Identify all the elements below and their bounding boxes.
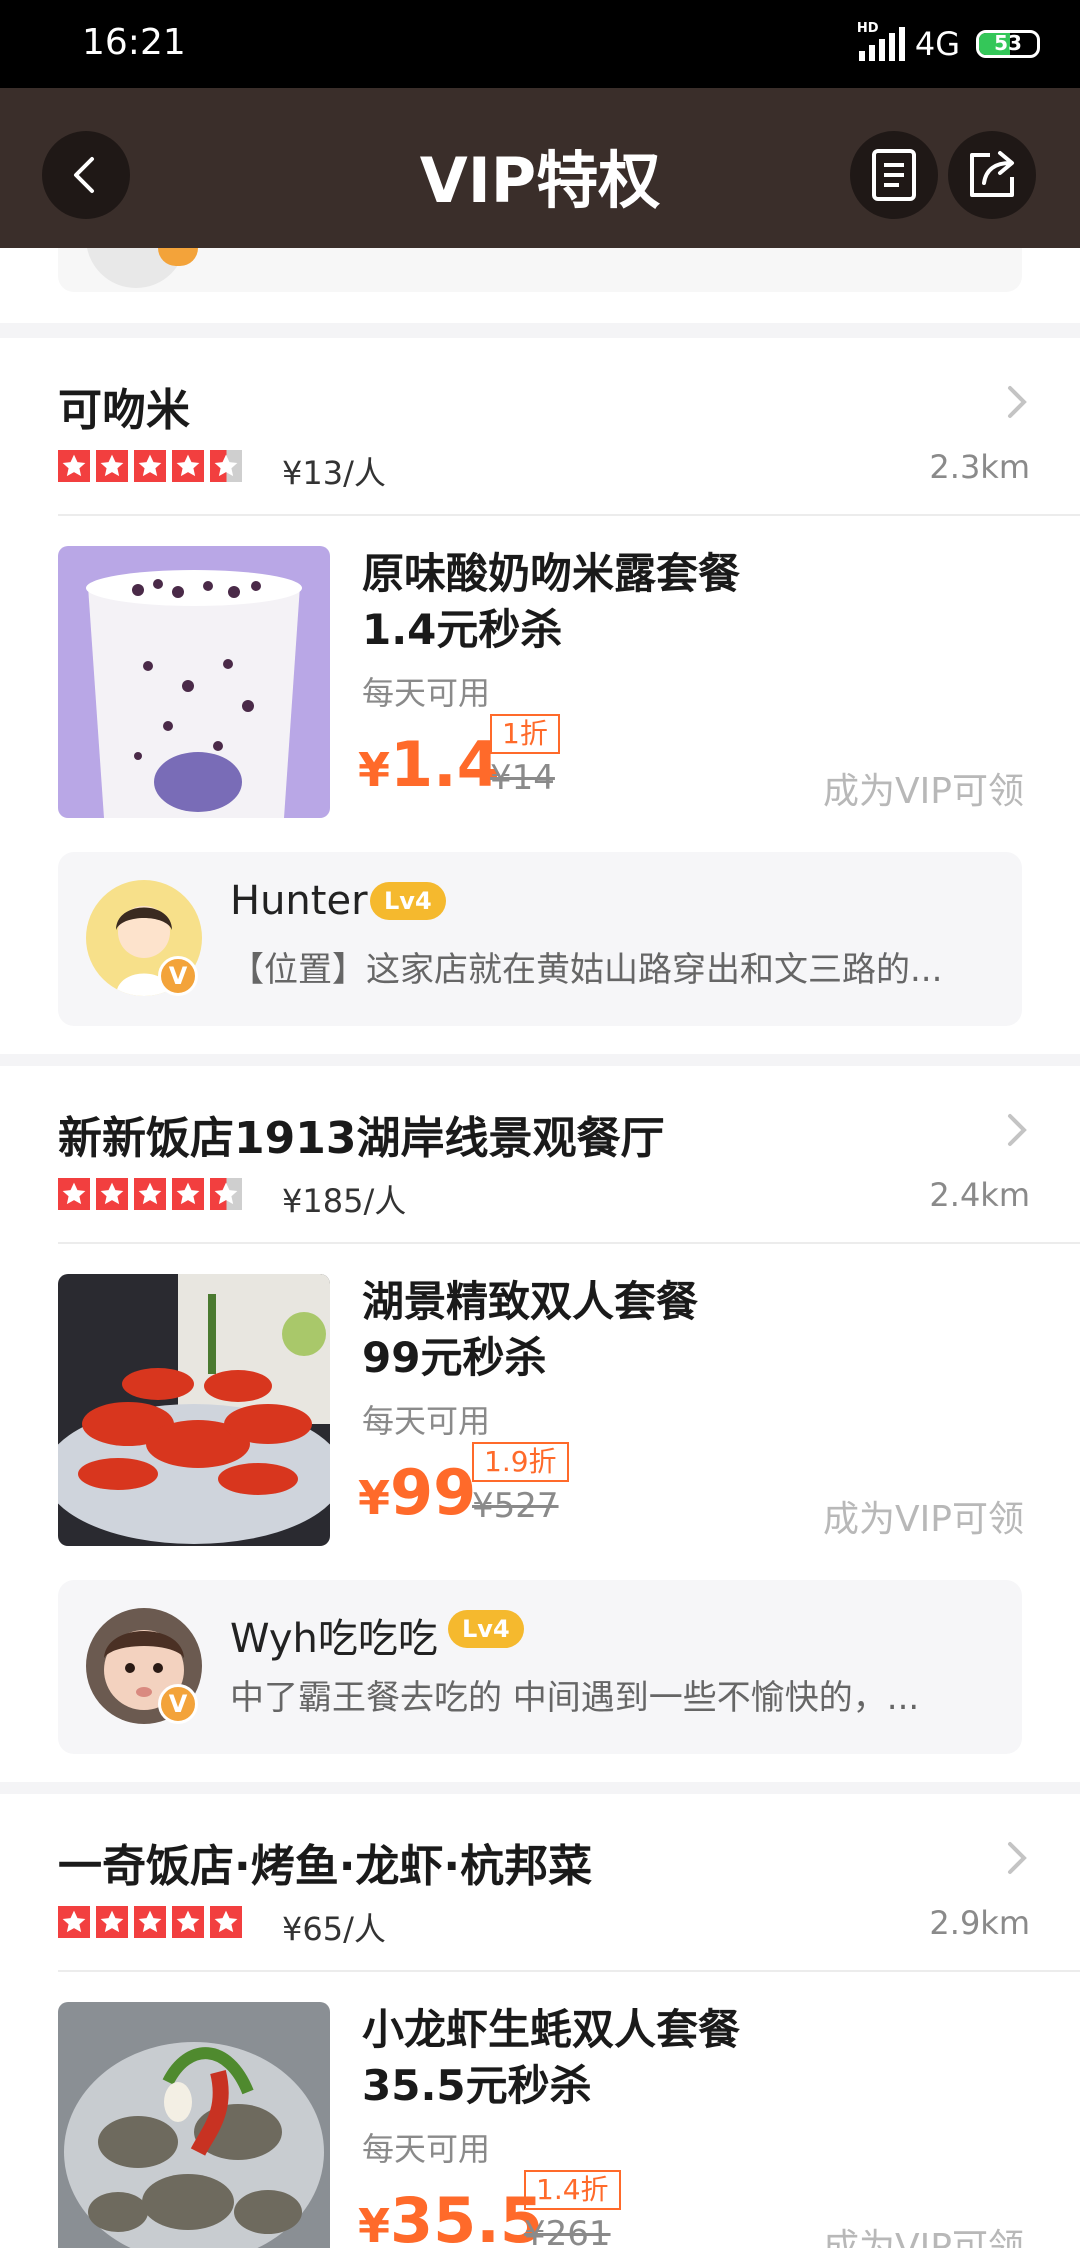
star-icon bbox=[58, 1178, 90, 1210]
price-value: 35.5 bbox=[390, 2184, 543, 2248]
price-per-person: ¥13/人 bbox=[282, 454, 386, 492]
availability: 每天可用 bbox=[362, 1402, 491, 1440]
v-badge-icon: V bbox=[158, 956, 198, 996]
star-icon bbox=[134, 1906, 166, 1938]
price-value: 1.4 bbox=[390, 728, 500, 801]
level-badge: Lv4 bbox=[448, 1610, 524, 1648]
status-bar: 16:21 HD 4G 53 bbox=[0, 0, 1080, 88]
chevron-right-icon[interactable] bbox=[1006, 1840, 1028, 1876]
deal-list[interactable]: 可吻米 ¥13/人 2.3km 原味酸奶吻米露套餐 1.4元秒杀 每天可用 ¥1… bbox=[0, 248, 1080, 2248]
currency-symbol: ¥ bbox=[358, 1471, 391, 1525]
shop-name: 新新饭店1913湖岸线景观餐厅 bbox=[58, 1113, 665, 1164]
star-icon bbox=[96, 1906, 128, 1938]
half-star-icon bbox=[210, 1178, 242, 1210]
deal-title[interactable]: 湖景精致双人套餐 99元秒杀 bbox=[362, 1274, 698, 1386]
price-per-person: ¥65/人 bbox=[282, 1910, 386, 1948]
distance: 2.4km bbox=[929, 1176, 1030, 1214]
deal-title-line2: 35.5元秒杀 bbox=[362, 2061, 592, 2110]
star-icon bbox=[210, 1906, 242, 1938]
reviewer-name: Hunter bbox=[230, 878, 368, 924]
rating-stars bbox=[58, 450, 242, 482]
review-text: 中了霸王餐去吃的 中间遇到一些不愉快的，... bbox=[230, 1678, 920, 1718]
rating-stars bbox=[58, 1178, 242, 1210]
deal-price: ¥1.4 bbox=[358, 728, 500, 801]
shop-card[interactable]: 新新饭店1913湖岸线景观餐厅 ¥185/人 2.4km 湖景精致双人套餐 99… bbox=[0, 1066, 1080, 1782]
rating-stars bbox=[58, 1906, 242, 1938]
divider bbox=[58, 1242, 1080, 1244]
network-type: 4G bbox=[915, 25, 960, 63]
share-icon bbox=[970, 151, 1014, 197]
star-icon bbox=[134, 450, 166, 482]
discount-badge: 1.9折 bbox=[472, 1442, 569, 1482]
level-badge: Lv4 bbox=[370, 882, 446, 920]
divider bbox=[58, 1970, 1080, 1972]
deal-title-line2: 99元秒杀 bbox=[362, 1333, 547, 1382]
signal-icon: HD bbox=[857, 21, 905, 61]
availability: 每天可用 bbox=[362, 674, 491, 712]
review-text: 【位置】这家店就在黄姑山路穿出和文三路的... bbox=[230, 950, 943, 990]
top-nav-bar: VIP特权 bbox=[0, 88, 1080, 248]
deal-title-line1: 小龙虾生蚝双人套餐 bbox=[362, 2005, 741, 2054]
price-per-person: ¥185/人 bbox=[282, 1182, 407, 1220]
shop-card[interactable]: 一奇饭店·烤鱼·龙虾·杭邦菜 ¥65/人 2.9km 小龙虾生蚝双人套餐 35.… bbox=[0, 1794, 1080, 2248]
star-icon bbox=[58, 1906, 90, 1938]
deal-image-oysters[interactable] bbox=[58, 2002, 330, 2248]
vip-claim-button[interactable]: 成为VIP可领 bbox=[823, 762, 1024, 814]
previous-review-box bbox=[58, 248, 1022, 292]
discount-badge: 1.4折 bbox=[524, 2170, 621, 2210]
original-price: ¥14 bbox=[490, 758, 555, 798]
v-badge-icon: V bbox=[158, 1684, 198, 1724]
reviewer-name: Wyh吃吃吃 bbox=[230, 1616, 438, 1662]
deal-title[interactable]: 小龙虾生蚝双人套餐 35.5元秒杀 bbox=[362, 2002, 740, 2114]
divider bbox=[58, 514, 1080, 516]
deal-image-yogurt[interactable] bbox=[58, 546, 330, 818]
star-icon bbox=[96, 450, 128, 482]
shop-name: 可吻米 bbox=[58, 385, 190, 436]
previous-shop-card-partial bbox=[0, 248, 1080, 323]
deal-price: ¥35.5 bbox=[358, 2184, 543, 2248]
price-value: 99 bbox=[390, 1456, 477, 1529]
vip-claim-button[interactable]: 成为VIP可领 bbox=[823, 1490, 1024, 1542]
shop-card[interactable]: 可吻米 ¥13/人 2.3km 原味酸奶吻米露套餐 1.4元秒杀 每天可用 ¥1… bbox=[0, 338, 1080, 1054]
star-icon bbox=[172, 1178, 204, 1210]
deal-price: ¥99 bbox=[358, 1456, 476, 1529]
chevron-right-icon[interactable] bbox=[1006, 1112, 1028, 1148]
star-icon bbox=[172, 1906, 204, 1938]
document-list-button[interactable] bbox=[850, 131, 938, 219]
deal-title[interactable]: 原味酸奶吻米露套餐 1.4元秒杀 bbox=[362, 546, 740, 658]
star-icon bbox=[172, 450, 204, 482]
review-box[interactable]: V Wyh吃吃吃 Lv4 中了霸王餐去吃的 中间遇到一些不愉快的，... bbox=[58, 1580, 1022, 1754]
discount-badge: 1折 bbox=[490, 714, 560, 754]
currency-symbol: ¥ bbox=[358, 743, 391, 797]
star-icon bbox=[134, 1178, 166, 1210]
review-box[interactable]: V Hunter Lv4 【位置】这家店就在黄姑山路穿出和文三路的... bbox=[58, 852, 1022, 1026]
half-star-icon bbox=[210, 450, 242, 482]
document-list-icon bbox=[872, 149, 916, 201]
distance: 2.9km bbox=[929, 1904, 1030, 1942]
star-icon bbox=[58, 450, 90, 482]
shop-name: 一奇饭店·烤鱼·龙虾·杭邦菜 bbox=[58, 1841, 593, 1892]
vip-claim-button[interactable]: 成为VIP可领 bbox=[823, 2218, 1024, 2248]
original-price: ¥527 bbox=[472, 1486, 559, 1526]
battery-level: 53 bbox=[994, 31, 1022, 55]
distance: 2.3km bbox=[929, 448, 1030, 486]
chevron-right-icon[interactable] bbox=[1006, 384, 1028, 420]
deal-image-crayfish[interactable] bbox=[58, 1274, 330, 1546]
currency-symbol: ¥ bbox=[358, 2199, 391, 2248]
deal-title-line2: 1.4元秒杀 bbox=[362, 605, 563, 654]
battery-icon: 53 bbox=[976, 30, 1040, 58]
availability: 每天可用 bbox=[362, 2130, 491, 2168]
network-label: 4G bbox=[914, 25, 960, 63]
deal-title-line1: 原味酸奶吻米露套餐 bbox=[362, 549, 741, 598]
status-icons: HD 4G 53 bbox=[857, 21, 1040, 64]
deal-title-line1: 湖景精致双人套餐 bbox=[362, 1277, 699, 1326]
share-button[interactable] bbox=[948, 131, 1036, 219]
original-price: ¥261 bbox=[524, 2214, 611, 2248]
star-icon bbox=[96, 1178, 128, 1210]
status-time: 16:21 bbox=[82, 22, 186, 63]
hd-label: HD bbox=[856, 21, 879, 36]
